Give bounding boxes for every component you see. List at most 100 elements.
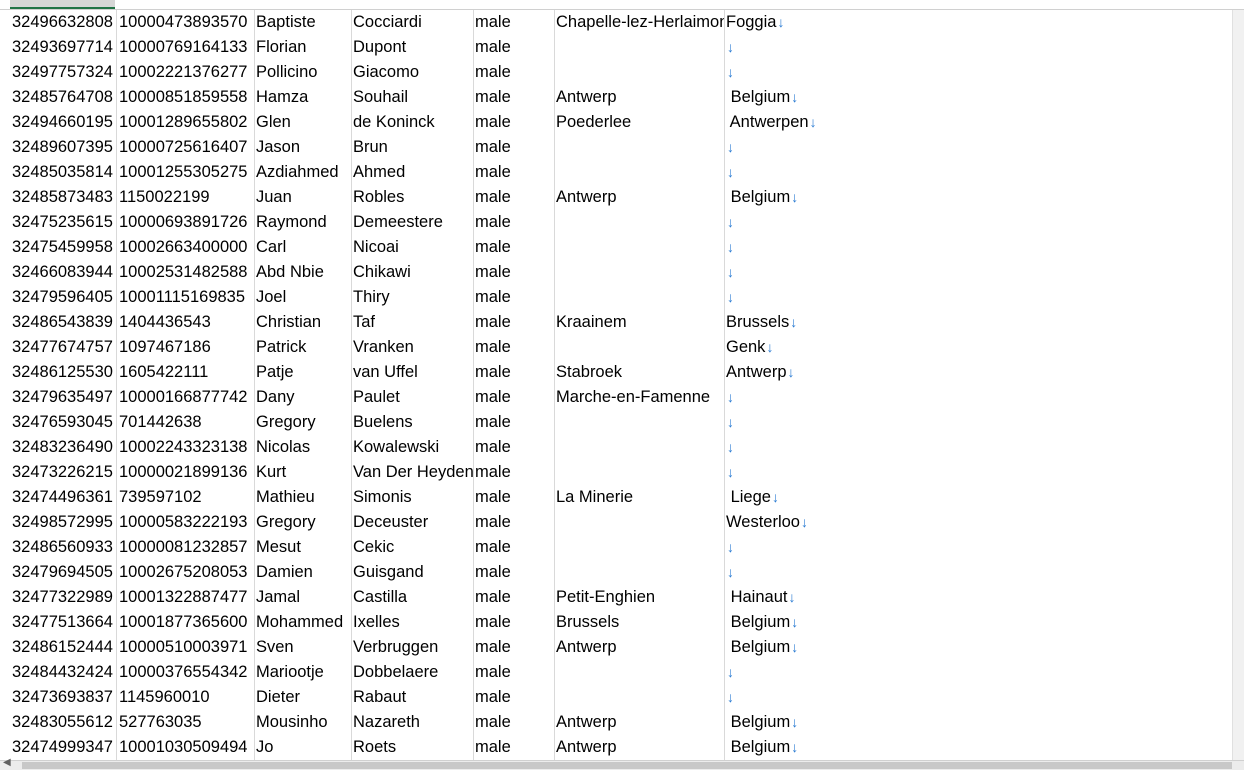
gender-cell[interactable]: male xyxy=(475,260,555,285)
first-name-cell[interactable]: Pollicino xyxy=(256,60,352,85)
last-name-cell[interactable]: Cekic xyxy=(353,535,473,560)
gender-cell[interactable]: male xyxy=(475,160,555,185)
user-id-cell[interactable]: 1145960010 xyxy=(119,685,254,710)
user-id-cell[interactable]: 10002243323138 xyxy=(119,435,254,460)
first-name-cell[interactable]: Mariootje xyxy=(256,660,352,685)
first-name-cell[interactable]: Mathieu xyxy=(256,485,352,510)
last-name-cell[interactable]: Van Der Heyden xyxy=(353,460,473,485)
phone-cell[interactable]: 32477674757 xyxy=(12,335,116,360)
gender-cell[interactable]: male xyxy=(475,685,555,710)
last-name-cell[interactable]: Verbruggen xyxy=(353,635,473,660)
last-name-cell[interactable]: Buelens xyxy=(353,410,473,435)
last-name-cell[interactable]: Chikawi xyxy=(353,260,473,285)
user-id-cell[interactable]: 10000081232857 xyxy=(119,535,254,560)
city-cell[interactable]: Poederlee xyxy=(556,110,724,135)
region-cell[interactable]: ↓ xyxy=(726,535,1026,560)
last-name-cell[interactable]: de Koninck xyxy=(353,110,473,135)
first-name-cell[interactable]: Gregory xyxy=(256,410,352,435)
column-header-a[interactable] xyxy=(10,0,115,9)
user-id-cell[interactable]: 10000725616407 xyxy=(119,135,254,160)
first-name-cell[interactable]: Jamal xyxy=(256,585,352,610)
city-cell[interactable] xyxy=(556,410,724,435)
first-name-cell[interactable]: Patrick xyxy=(256,335,352,360)
phone-cell[interactable]: 32486543839 xyxy=(12,310,116,335)
user-id-cell[interactable]: 10000510003971 xyxy=(119,635,254,660)
phone-cell[interactable]: 32497757324 xyxy=(12,60,116,85)
region-cell[interactable]: Genk↓ xyxy=(726,335,1026,360)
last-name-cell[interactable]: Souhail xyxy=(353,85,473,110)
region-cell[interactable]: Belgium↓ xyxy=(726,85,1026,110)
gender-cell[interactable]: male xyxy=(475,660,555,685)
first-name-cell[interactable]: Florian xyxy=(256,35,352,60)
region-cell[interactable]: Belgium↓ xyxy=(726,635,1026,660)
region-cell[interactable]: Liege↓ xyxy=(726,485,1026,510)
phone-cell[interactable]: 32475459958 xyxy=(12,235,116,260)
city-cell[interactable] xyxy=(556,235,724,260)
city-cell[interactable] xyxy=(556,135,724,160)
user-id-cell[interactable]: 10001877365600 xyxy=(119,610,254,635)
city-cell[interactable] xyxy=(556,660,724,685)
gender-cell[interactable]: male xyxy=(475,110,555,135)
gender-cell[interactable]: male xyxy=(475,460,555,485)
last-name-cell[interactable]: Deceuster xyxy=(353,510,473,535)
first-name-cell[interactable]: Abd Nbie xyxy=(256,260,352,285)
first-name-cell[interactable]: Gregory xyxy=(256,510,352,535)
region-cell[interactable]: Belgium↓ xyxy=(726,610,1026,635)
last-name-cell[interactable]: Castilla xyxy=(353,585,473,610)
last-name-cell[interactable]: Roets xyxy=(353,735,473,760)
city-cell[interactable]: Antwerp xyxy=(556,735,724,760)
user-id-cell[interactable]: 10000473893570 xyxy=(119,10,254,35)
gender-cell[interactable]: male xyxy=(475,385,555,410)
city-cell[interactable] xyxy=(556,685,724,710)
user-id-cell[interactable]: 10000166877742 xyxy=(119,385,254,410)
user-id-cell[interactable]: 10001030509494 xyxy=(119,735,254,760)
phone-cell[interactable]: 32473693837 xyxy=(12,685,116,710)
gender-cell[interactable]: male xyxy=(475,585,555,610)
region-cell[interactable]: Brussels↓ xyxy=(726,310,1026,335)
last-name-cell[interactable]: van Uffel xyxy=(353,360,473,385)
last-name-cell[interactable]: Vranken xyxy=(353,335,473,360)
city-cell[interactable]: Antwerp xyxy=(556,635,724,660)
first-name-cell[interactable]: Jason xyxy=(256,135,352,160)
scroll-left-arrow-icon[interactable]: ◀ xyxy=(3,757,11,768)
gender-cell[interactable]: male xyxy=(475,210,555,235)
user-id-cell[interactable]: 1097467186 xyxy=(119,335,254,360)
city-cell[interactable] xyxy=(556,510,724,535)
city-cell[interactable]: Antwerp xyxy=(556,185,724,210)
phone-cell[interactable]: 32474496361 xyxy=(12,485,116,510)
phone-cell[interactable]: 32479596405 xyxy=(12,285,116,310)
last-name-cell[interactable]: Guisgand xyxy=(353,560,473,585)
phone-cell[interactable]: 32493697714 xyxy=(12,35,116,60)
city-cell[interactable] xyxy=(556,460,724,485)
last-name-cell[interactable]: Nicoai xyxy=(353,235,473,260)
region-cell[interactable]: ↓ xyxy=(726,260,1026,285)
user-id-cell[interactable]: 10000693891726 xyxy=(119,210,254,235)
phone-cell[interactable]: 32485035814 xyxy=(12,160,116,185)
city-cell[interactable]: Chapelle-lez-Herlaimont xyxy=(556,10,724,35)
phone-cell[interactable]: 32496632808 xyxy=(12,10,116,35)
gender-cell[interactable]: male xyxy=(475,510,555,535)
region-cell[interactable]: ↓ xyxy=(726,560,1026,585)
user-id-cell[interactable]: 10002675208053 xyxy=(119,560,254,585)
first-name-cell[interactable]: Dieter xyxy=(256,685,352,710)
gender-cell[interactable]: male xyxy=(475,310,555,335)
user-id-cell[interactable]: 10000583222193 xyxy=(119,510,254,535)
city-cell[interactable] xyxy=(556,210,724,235)
first-name-cell[interactable]: Dany xyxy=(256,385,352,410)
region-cell[interactable]: Belgium↓ xyxy=(726,185,1026,210)
user-id-cell[interactable]: 1404436543 xyxy=(119,310,254,335)
first-name-cell[interactable]: Baptiste xyxy=(256,10,352,35)
city-cell[interactable] xyxy=(556,285,724,310)
last-name-cell[interactable]: Thiry xyxy=(353,285,473,310)
first-name-cell[interactable]: Azdiahmed xyxy=(256,160,352,185)
phone-cell[interactable]: 32483236490 xyxy=(12,435,116,460)
user-id-cell[interactable]: 10002221376277 xyxy=(119,60,254,85)
first-name-cell[interactable]: Joel xyxy=(256,285,352,310)
user-id-cell[interactable]: 739597102 xyxy=(119,485,254,510)
horizontal-scrollbar-thumb[interactable] xyxy=(22,762,1232,769)
user-id-cell[interactable]: 10000021899136 xyxy=(119,460,254,485)
first-name-cell[interactable]: Mousinho xyxy=(256,710,352,735)
gender-cell[interactable]: male xyxy=(475,35,555,60)
last-name-cell[interactable]: Brun xyxy=(353,135,473,160)
gender-cell[interactable]: male xyxy=(475,610,555,635)
